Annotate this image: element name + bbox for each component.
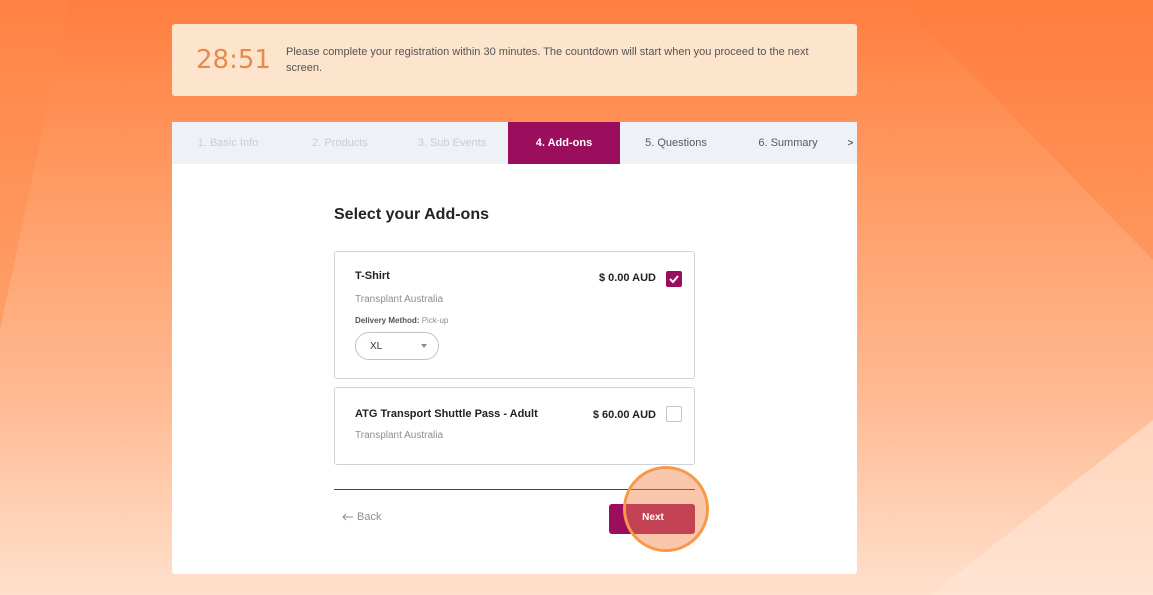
step-tabs: 1. Basic Info 2. Products 3. Sub Events … <box>172 122 857 164</box>
delivery-method-value: Pick-up <box>421 316 449 325</box>
tab-questions[interactable]: 5. Questions <box>620 122 732 164</box>
addon-organization: Transplant Australia <box>355 430 444 441</box>
timer-message: Please complete your registration within… <box>286 46 809 74</box>
section-title: Select your Add-ons <box>334 206 489 223</box>
addon-checkbox-tshirt[interactable] <box>666 271 682 287</box>
tab-add-ons[interactable]: 4. Add-ons <box>508 122 620 164</box>
addon-card-tshirt: T-Shirt Transplant Australia $ 0.00 AUD … <box>334 251 695 379</box>
tab-basic-info[interactable]: 1. Basic Info <box>172 122 284 164</box>
click-highlight <box>623 466 709 552</box>
registration-card: 1. Basic Info 2. Products 3. Sub Events … <box>172 122 857 574</box>
tab-sub-events[interactable]: 3. Sub Events <box>396 122 508 164</box>
timer-banner: 28:51 Please complete your registration … <box>172 24 857 96</box>
addon-price: $ 60.00 AUD <box>592 409 656 421</box>
size-select-value: XL <box>370 340 383 352</box>
countdown-timer: 28:51 <box>196 45 271 75</box>
tab-summary[interactable]: 6. Summary <box>732 122 844 164</box>
addon-organization: Transplant Australia <box>355 294 444 305</box>
delivery-method-label: Delivery Method: <box>355 316 420 325</box>
addon-name: ATG Transport Shuttle Pass - Adult <box>355 408 538 420</box>
check-icon <box>669 275 679 284</box>
addon-price: $ 0.00 AUD <box>598 272 656 284</box>
chevron-down-icon <box>421 344 427 348</box>
back-label: Back <box>357 511 382 523</box>
addon-name: T-Shirt <box>355 270 390 282</box>
delivery-method: Delivery Method: Pick-up <box>355 316 448 325</box>
tabs-scroll-more[interactable]: > <box>844 122 857 164</box>
addon-card-shuttle-pass: ATG Transport Shuttle Pass - Adult Trans… <box>334 387 695 465</box>
tab-products[interactable]: 2. Products <box>284 122 396 164</box>
size-select[interactable]: XL <box>355 332 439 360</box>
addon-checkbox-shuttle-pass[interactable] <box>666 406 682 422</box>
arrow-left-icon <box>342 513 353 521</box>
next-label: Next <box>642 512 664 523</box>
back-button[interactable]: Back <box>342 511 381 523</box>
